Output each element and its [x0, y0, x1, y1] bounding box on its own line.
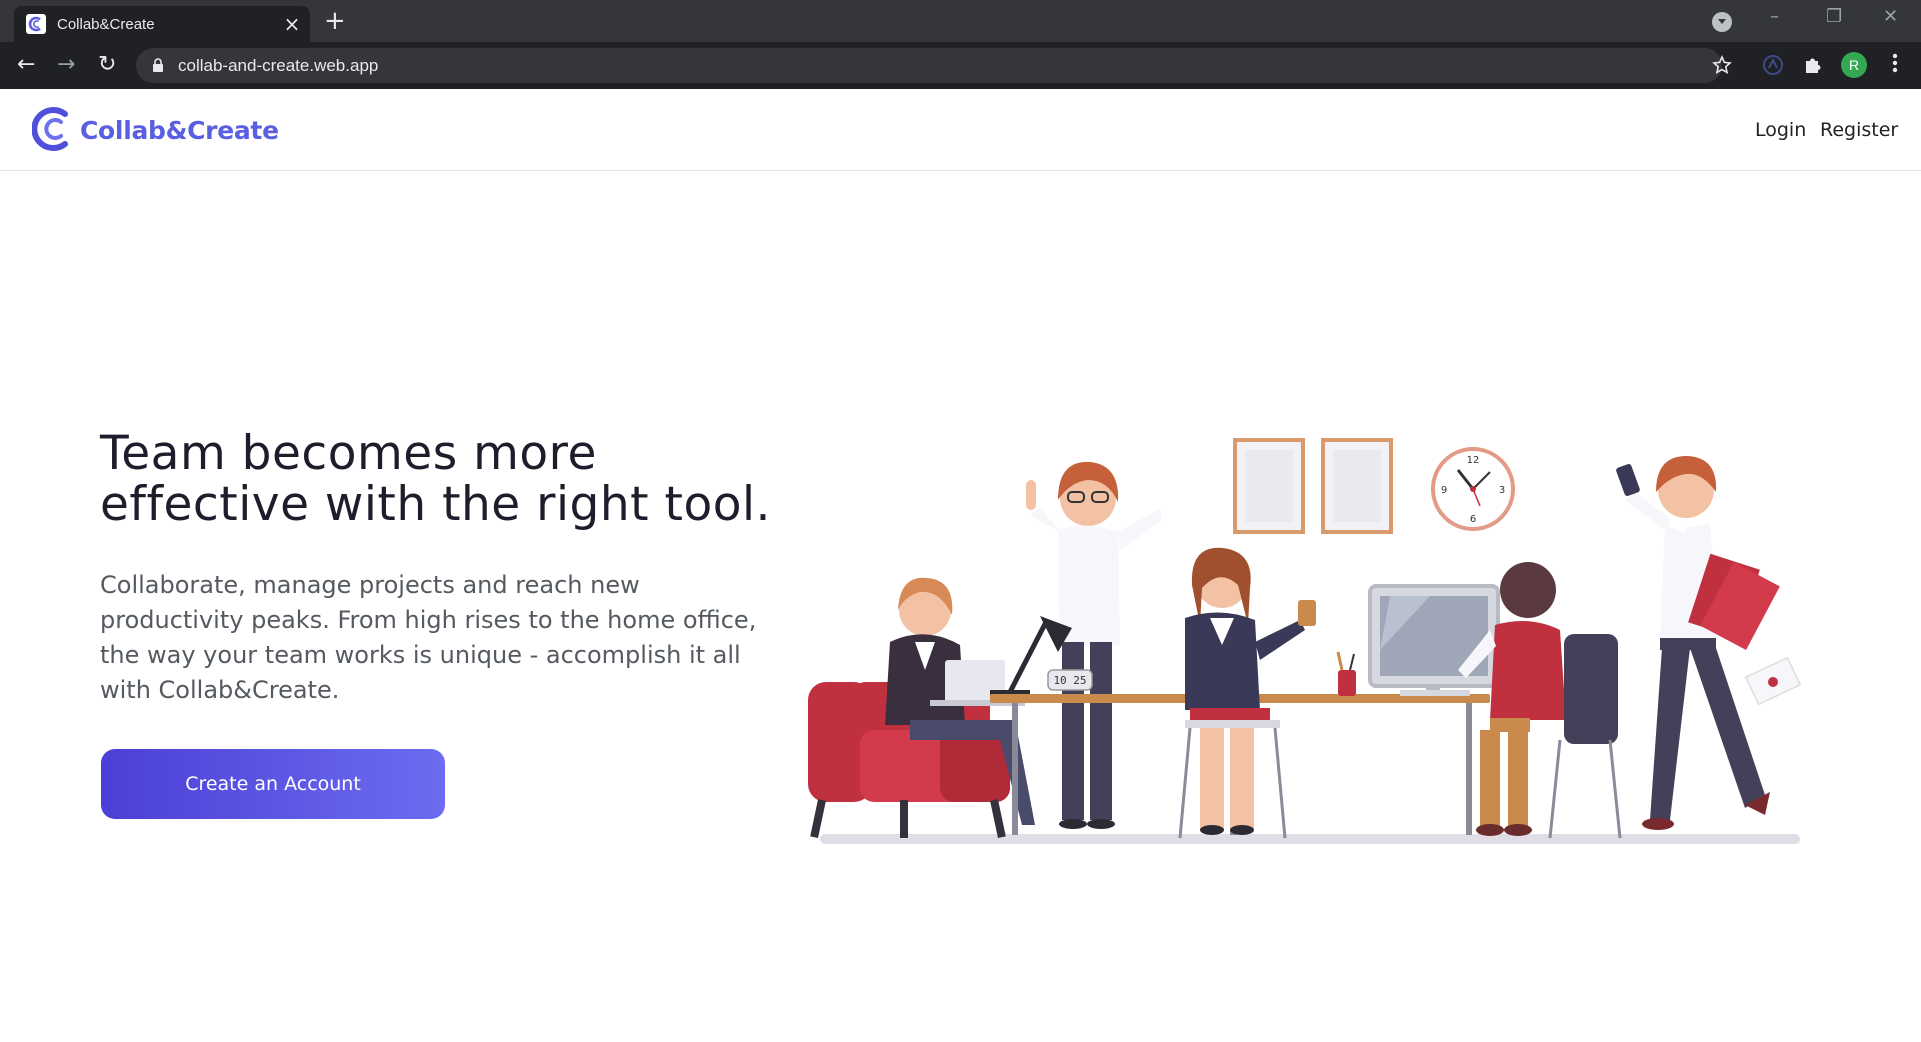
floor-shadow	[820, 834, 1800, 844]
person-standing-thumbs-up	[1026, 461, 1162, 829]
url-text: collab-and-create.web.app	[178, 56, 379, 75]
forward-icon[interactable]: →	[57, 54, 75, 76]
close-window-icon[interactable]: ✕	[1883, 6, 1898, 27]
svg-text:12: 12	[1467, 455, 1480, 466]
hero-title-line: Team becomes more	[100, 426, 597, 481]
extensions-puzzle-icon[interactable]	[1802, 54, 1824, 76]
tab-title: Collab&Create	[57, 15, 155, 33]
new-tab-icon[interactable]: +	[324, 8, 346, 34]
browser-menu-icon[interactable]	[1892, 52, 1898, 74]
person-seated-coffee	[1178, 547, 1316, 839]
browser-tab[interactable]: Collab&Create ×	[14, 6, 310, 42]
site-favicon-icon	[26, 14, 46, 34]
create-account-button[interactable]: Create an Account	[101, 749, 445, 819]
envelope-icon	[1744, 656, 1802, 706]
hero-title: Team becomes more effective with the rig…	[100, 428, 820, 530]
lock-icon	[153, 58, 163, 72]
hero-text-line: with Collab&Create.	[100, 676, 340, 704]
login-link[interactable]: Login	[1755, 119, 1806, 141]
tab-search-icon[interactable]	[1712, 12, 1732, 32]
reload-icon[interactable]: ↻	[98, 54, 116, 76]
tab-close-icon[interactable]: ×	[278, 12, 306, 36]
register-link[interactable]: Register	[1820, 119, 1898, 141]
minimize-icon[interactable]: –	[1770, 6, 1779, 27]
bookmark-star-icon[interactable]	[1712, 55, 1732, 75]
extension-circle-icon[interactable]	[1762, 54, 1784, 76]
site-header: Collab&Create Login Register	[0, 89, 1921, 171]
desk-clock-display: 10 25	[1053, 674, 1086, 687]
hero-description: Collaborate, manage projects and reach n…	[100, 568, 800, 708]
browser-toolbar: ← → ↻ collab-and-create.web.app R	[0, 42, 1921, 89]
address-bar[interactable]: collab-and-create.web.app	[136, 48, 1732, 83]
hero-text-line: Collaborate, manage projects and reach n…	[100, 571, 640, 599]
svg-text:3: 3	[1499, 485, 1505, 496]
brand-name[interactable]: Collab&Create	[80, 116, 279, 145]
person-walking-phone	[1616, 455, 1780, 830]
svg-text:9: 9	[1441, 485, 1447, 496]
restore-icon[interactable]: ❐	[1826, 6, 1842, 27]
browser-tab-bar: Collab&Create × + – ❐ ✕	[0, 0, 1921, 42]
team-office-illustration: 12 3 6 9 10 25	[808, 438, 1802, 844]
hero-text-line: the way your team works is unique - acco…	[100, 641, 741, 669]
computer-monitor-icon	[1368, 584, 1500, 696]
desk-clock: 10 25	[1047, 669, 1093, 691]
back-icon[interactable]: ←	[17, 54, 35, 76]
logo-icon[interactable]	[32, 106, 70, 152]
svg-text:6: 6	[1470, 514, 1476, 525]
pencil-cup-icon	[1336, 651, 1356, 696]
profile-avatar[interactable]: R	[1841, 52, 1867, 78]
hero-title-line: effective with the right tool.	[100, 477, 771, 532]
profile-initial: R	[1848, 57, 1860, 73]
wall-clock-icon: 12 3 6 9	[1431, 447, 1515, 531]
hero-text-line: productivity peaks. From high rises to t…	[100, 606, 757, 634]
